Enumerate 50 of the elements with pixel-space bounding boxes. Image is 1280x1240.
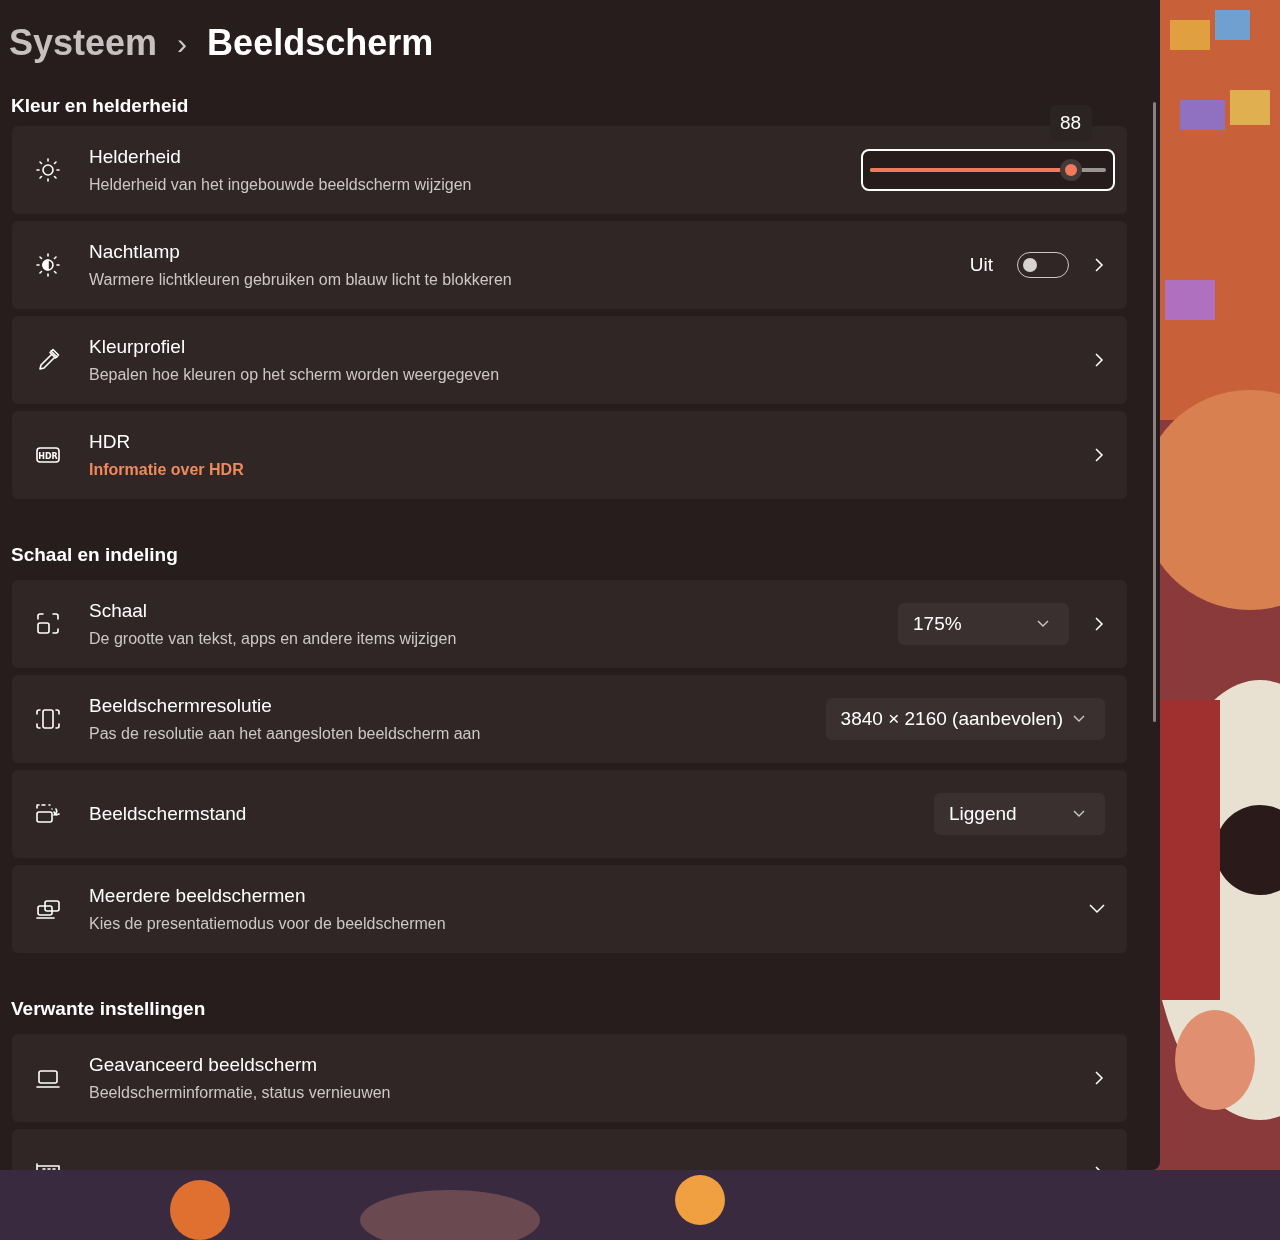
chevron-right-icon[interactable] (1093, 1070, 1105, 1086)
section-heading: Verwante instellingen (11, 996, 206, 1021)
chevron-down-icon (1037, 620, 1049, 628)
setting-title: Kleurprofiel (89, 335, 187, 360)
settings-card[interactable]: Kleurprofiel Bepalen hoe kleuren op het scherm worden weergegeven (12, 316, 1127, 404)
settings-card[interactable]: Schaal De grootte van tekst, apps en andere items wijzigen 175% (12, 580, 1127, 668)
section-heading: Schaal en indeling (11, 542, 178, 567)
setting-title: Nachtlamp (89, 240, 181, 265)
sun-icon (34, 156, 62, 184)
setting-description: Helderheid van het ingebouwde beeldscherm wijzigen (89, 174, 473, 195)
setting-description: De grootte van tekst, apps en andere items wijzigen (89, 628, 458, 649)
settings-card[interactable]: Beeldschermresolutie Pas de resolutie aan het aangesloten beeldscherm aan 3840 × 2160 (aanbevolen) (12, 675, 1127, 763)
chevron-down-icon (1073, 715, 1085, 723)
dropdown[interactable]: Liggend (934, 793, 1105, 835)
settings-card[interactable]: Nachtlamp Warmere lichtkleuren gebruiken om blauw licht te blokkeren Uit (12, 221, 1127, 309)
brightness-slider[interactable] (861, 149, 1115, 191)
setting-description: Warmere lichtkleuren gebruiken om blauw licht te blokkeren (89, 269, 513, 290)
settings-card[interactable]: Beeldschermstand Liggend (12, 770, 1127, 858)
scrollbar-thumb[interactable] (1153, 102, 1156, 722)
section-heading: Kleur en helderheid (11, 93, 189, 118)
setting-title: Beeldschermresolutie (89, 694, 273, 719)
chevron-down-icon (1073, 810, 1085, 818)
setting-description: Kies de presentatiemodus voor de beeldschermen (89, 913, 447, 934)
setting-title: Beeldschermstand (89, 801, 248, 826)
dropdown[interactable]: 3840 × 2160 (aanbevolen) (825, 698, 1105, 740)
toggle-state-label: Uit (969, 252, 993, 277)
chevron-right-icon[interactable] (1093, 447, 1105, 463)
setting-description: Bepalen hoe kleuren op het scherm worden weergegeven (89, 364, 501, 385)
dropdown[interactable]: 175% (898, 603, 1069, 645)
info-link[interactable]: Informatie over HDR (89, 457, 244, 482)
settings-card[interactable]: Meerdere beeldschermen Kies de presentatiemodus voor de beeldschermen (12, 865, 1127, 953)
setting-description: Pas de resolutie aan het aangesloten beeldscherm aan (89, 723, 482, 744)
value-tooltip: 88 (1049, 105, 1092, 141)
breadcrumb-separator: › (177, 25, 188, 62)
setting-title: Schaal (89, 599, 149, 624)
settings-card[interactable]: HDR HDR Informatie over HDR (12, 411, 1127, 499)
page-title: Beeldscherm (207, 21, 434, 65)
setting-title: Helderheid (89, 145, 182, 170)
setting-title: Meerdere beeldschermen (89, 884, 307, 909)
setting-title: Geavanceerd beeldscherm (89, 1053, 319, 1078)
settings-card[interactable]: Geavanceerd beeldscherm Beeldscherminformatie, status vernieuwen (12, 1034, 1127, 1122)
breadcrumb-link[interactable]: Systeem (9, 16, 158, 70)
setting-title: HDR (89, 430, 132, 455)
setting-description: Beeldscherminformatie, status vernieuwen (89, 1082, 392, 1103)
chevron-right-icon[interactable] (1093, 352, 1105, 368)
slider-thumb[interactable] (1059, 159, 1082, 181)
night-light-icon (34, 251, 62, 279)
chevron-down-icon[interactable] (1089, 904, 1105, 914)
chevron-right-icon[interactable] (1093, 257, 1105, 273)
chevron-right-icon[interactable] (1093, 616, 1105, 632)
